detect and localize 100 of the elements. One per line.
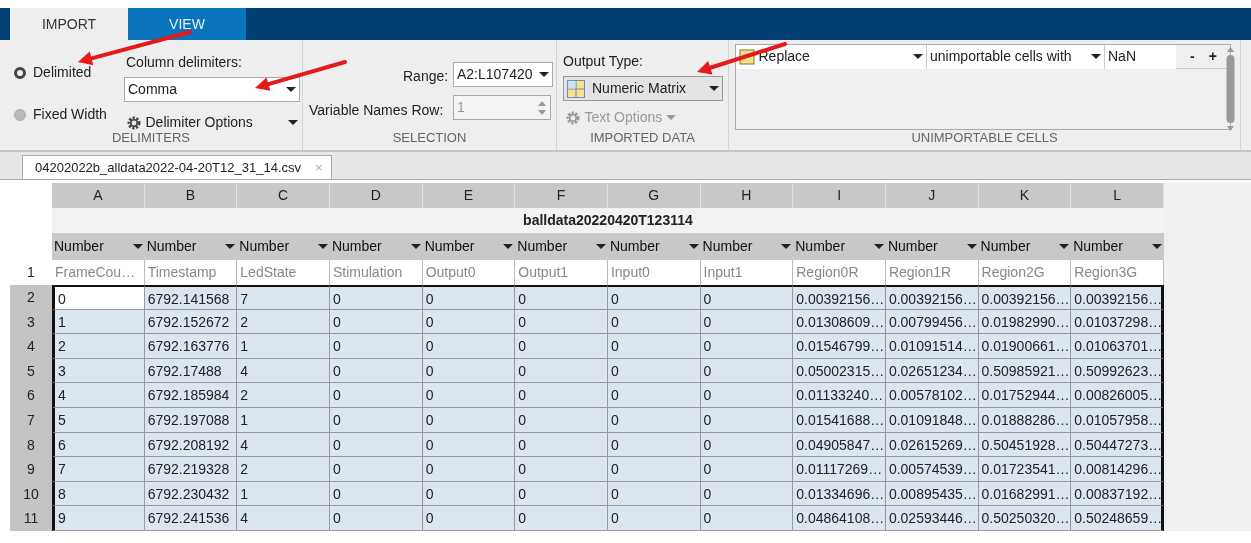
column-letter[interactable]: K: [978, 183, 1072, 208]
ribbon-tab[interactable]: VIEW: [128, 8, 246, 40]
column-letter[interactable]: F: [515, 183, 608, 208]
table-cell: 0.00895435…: [885, 481, 979, 507]
row-number[interactable]: 4: [10, 334, 52, 359]
table-cell: 0: [700, 383, 794, 408]
table-cell: 0: [607, 309, 701, 335]
table-cell: 0: [700, 432, 794, 458]
table-cell: 0: [700, 309, 794, 335]
table-cell: 0.01091848…: [885, 407, 979, 433]
row-number[interactable]: 8: [10, 432, 52, 458]
table-cell: 0.00392156…: [793, 285, 886, 310]
column-type-dropdown[interactable]: Number: [885, 233, 979, 260]
ribbon-tab[interactable]: IMPORT: [10, 8, 128, 40]
column-type-dropdown[interactable]: Number: [422, 233, 516, 260]
table-cell: 0.01900661…: [978, 334, 1072, 359]
table-cell: 1: [237, 334, 330, 359]
column-type-dropdown[interactable]: Number: [329, 233, 423, 260]
table-cell: 0: [515, 309, 608, 335]
column-letter[interactable]: J: [885, 183, 979, 208]
table-cell: 4: [237, 358, 330, 384]
table-cell: 0.02651234…: [885, 358, 979, 384]
table-cell: 0: [515, 407, 608, 433]
table-cell: 0: [700, 457, 794, 482]
remove-rule-button[interactable]: -: [1190, 46, 1195, 67]
column-type-dropdown[interactable]: Number: [52, 233, 145, 260]
table-cell: 8: [52, 481, 145, 507]
table-cell: 0: [329, 285, 423, 310]
field-label: Range:: [403, 67, 449, 86]
section-label: SELECTION: [391, 129, 468, 147]
table-cell: 0.00578102…: [885, 383, 979, 408]
table-cell: 6792.17488: [144, 358, 238, 384]
table-cell: 0.00574539…: [885, 457, 979, 482]
row-number[interactable]: 3: [10, 309, 52, 335]
table-cell: 0: [422, 481, 516, 507]
table-cell: 0: [515, 285, 608, 310]
column-letter[interactable]: I: [793, 183, 886, 208]
column-letter[interactable]: A: [52, 183, 145, 208]
table-cell: 4: [237, 432, 330, 458]
table-cell: 7: [52, 457, 145, 482]
row-number[interactable]: 10: [10, 481, 52, 507]
field-label: Output Type:: [563, 52, 643, 71]
table-cell: 0.05002315…: [793, 358, 886, 384]
column-letter[interactable]: B: [144, 183, 238, 208]
add-rule-button[interactable]: +: [1208, 46, 1217, 67]
table-cell: 0: [422, 383, 516, 408]
gear-icon: [565, 109, 581, 126]
table-cell: 0: [515, 457, 608, 482]
target-dropdown[interactable]: unimportable cells with: [926, 44, 1104, 69]
table-cell: 6792.230432: [144, 481, 238, 507]
replacement-field[interactable]: NaN: [1104, 44, 1176, 69]
caret-icon: [665, 115, 676, 120]
table-cell: 2: [52, 334, 145, 359]
table-cell: 0.01546799…: [793, 334, 886, 359]
column-type-dropdown[interactable]: Number: [144, 233, 238, 260]
row-number[interactable]: 11: [10, 506, 52, 531]
table-cell: 0: [700, 285, 794, 310]
table-cell: 0.01541688…: [793, 407, 886, 433]
column-letter[interactable]: E: [422, 183, 516, 208]
document-tab[interactable]: 04202022b_alldata2022-04-20T12_31_14.csv ×: [22, 155, 332, 179]
column-letter[interactable]: G: [607, 183, 701, 208]
column-type-dropdown[interactable]: Number: [607, 233, 701, 260]
column-letter[interactable]: D: [329, 183, 423, 208]
output-type-dropdown[interactable]: Numeric Matrix: [563, 76, 723, 101]
range-dropdown[interactable]: A2:L107420: [453, 62, 553, 87]
table-cell: 0: [607, 432, 701, 458]
caret-icon: [288, 120, 298, 125]
column-type-dropdown[interactable]: Number: [1071, 233, 1164, 260]
table-cell: 0.01888286…: [978, 407, 1072, 433]
table-cell: 0.00826005…: [1071, 383, 1164, 408]
column-letter[interactable]: L: [1071, 183, 1164, 208]
column-name: Output1: [515, 260, 608, 285]
table-cell: 0.02615269…: [885, 432, 979, 458]
column-type-dropdown[interactable]: Number: [700, 233, 794, 260]
column-type-dropdown[interactable]: Number: [793, 233, 886, 260]
table-cell: 4: [237, 506, 330, 531]
table-cell: 0: [329, 432, 423, 458]
table-cell: 0.00392156…: [978, 285, 1072, 310]
row-number[interactable]: 9: [10, 457, 52, 482]
row-number[interactable]: 5: [10, 358, 52, 384]
table-cell: 6792.185984: [144, 383, 238, 408]
column-letter[interactable]: C: [237, 183, 330, 208]
table-cell: 0.01308609…: [793, 309, 886, 335]
row-number[interactable]: 6: [10, 383, 52, 408]
table-cell: 6792.163776: [144, 334, 238, 359]
row-number[interactable]: 7: [10, 407, 52, 433]
delimiter-dropdown[interactable]: Comma: [124, 77, 300, 102]
action-dropdown[interactable]: Replace: [736, 44, 926, 69]
column-type-dropdown[interactable]: Number: [515, 233, 608, 260]
column-letter[interactable]: H: [700, 183, 794, 208]
column-type-dropdown[interactable]: Number: [978, 233, 1072, 260]
row-number[interactable]: 2: [10, 285, 52, 310]
radio-button[interactable]: [14, 108, 26, 121]
radio-button[interactable]: [14, 66, 26, 79]
field-label: Variable Names Row:: [309, 101, 444, 120]
table-cell: 0: [607, 481, 701, 507]
column-type-dropdown[interactable]: Number: [237, 233, 330, 260]
table-cell: 0: [607, 506, 701, 531]
table-cell: 2: [237, 457, 330, 482]
table-cell: 0.00814296…: [1071, 457, 1164, 482]
